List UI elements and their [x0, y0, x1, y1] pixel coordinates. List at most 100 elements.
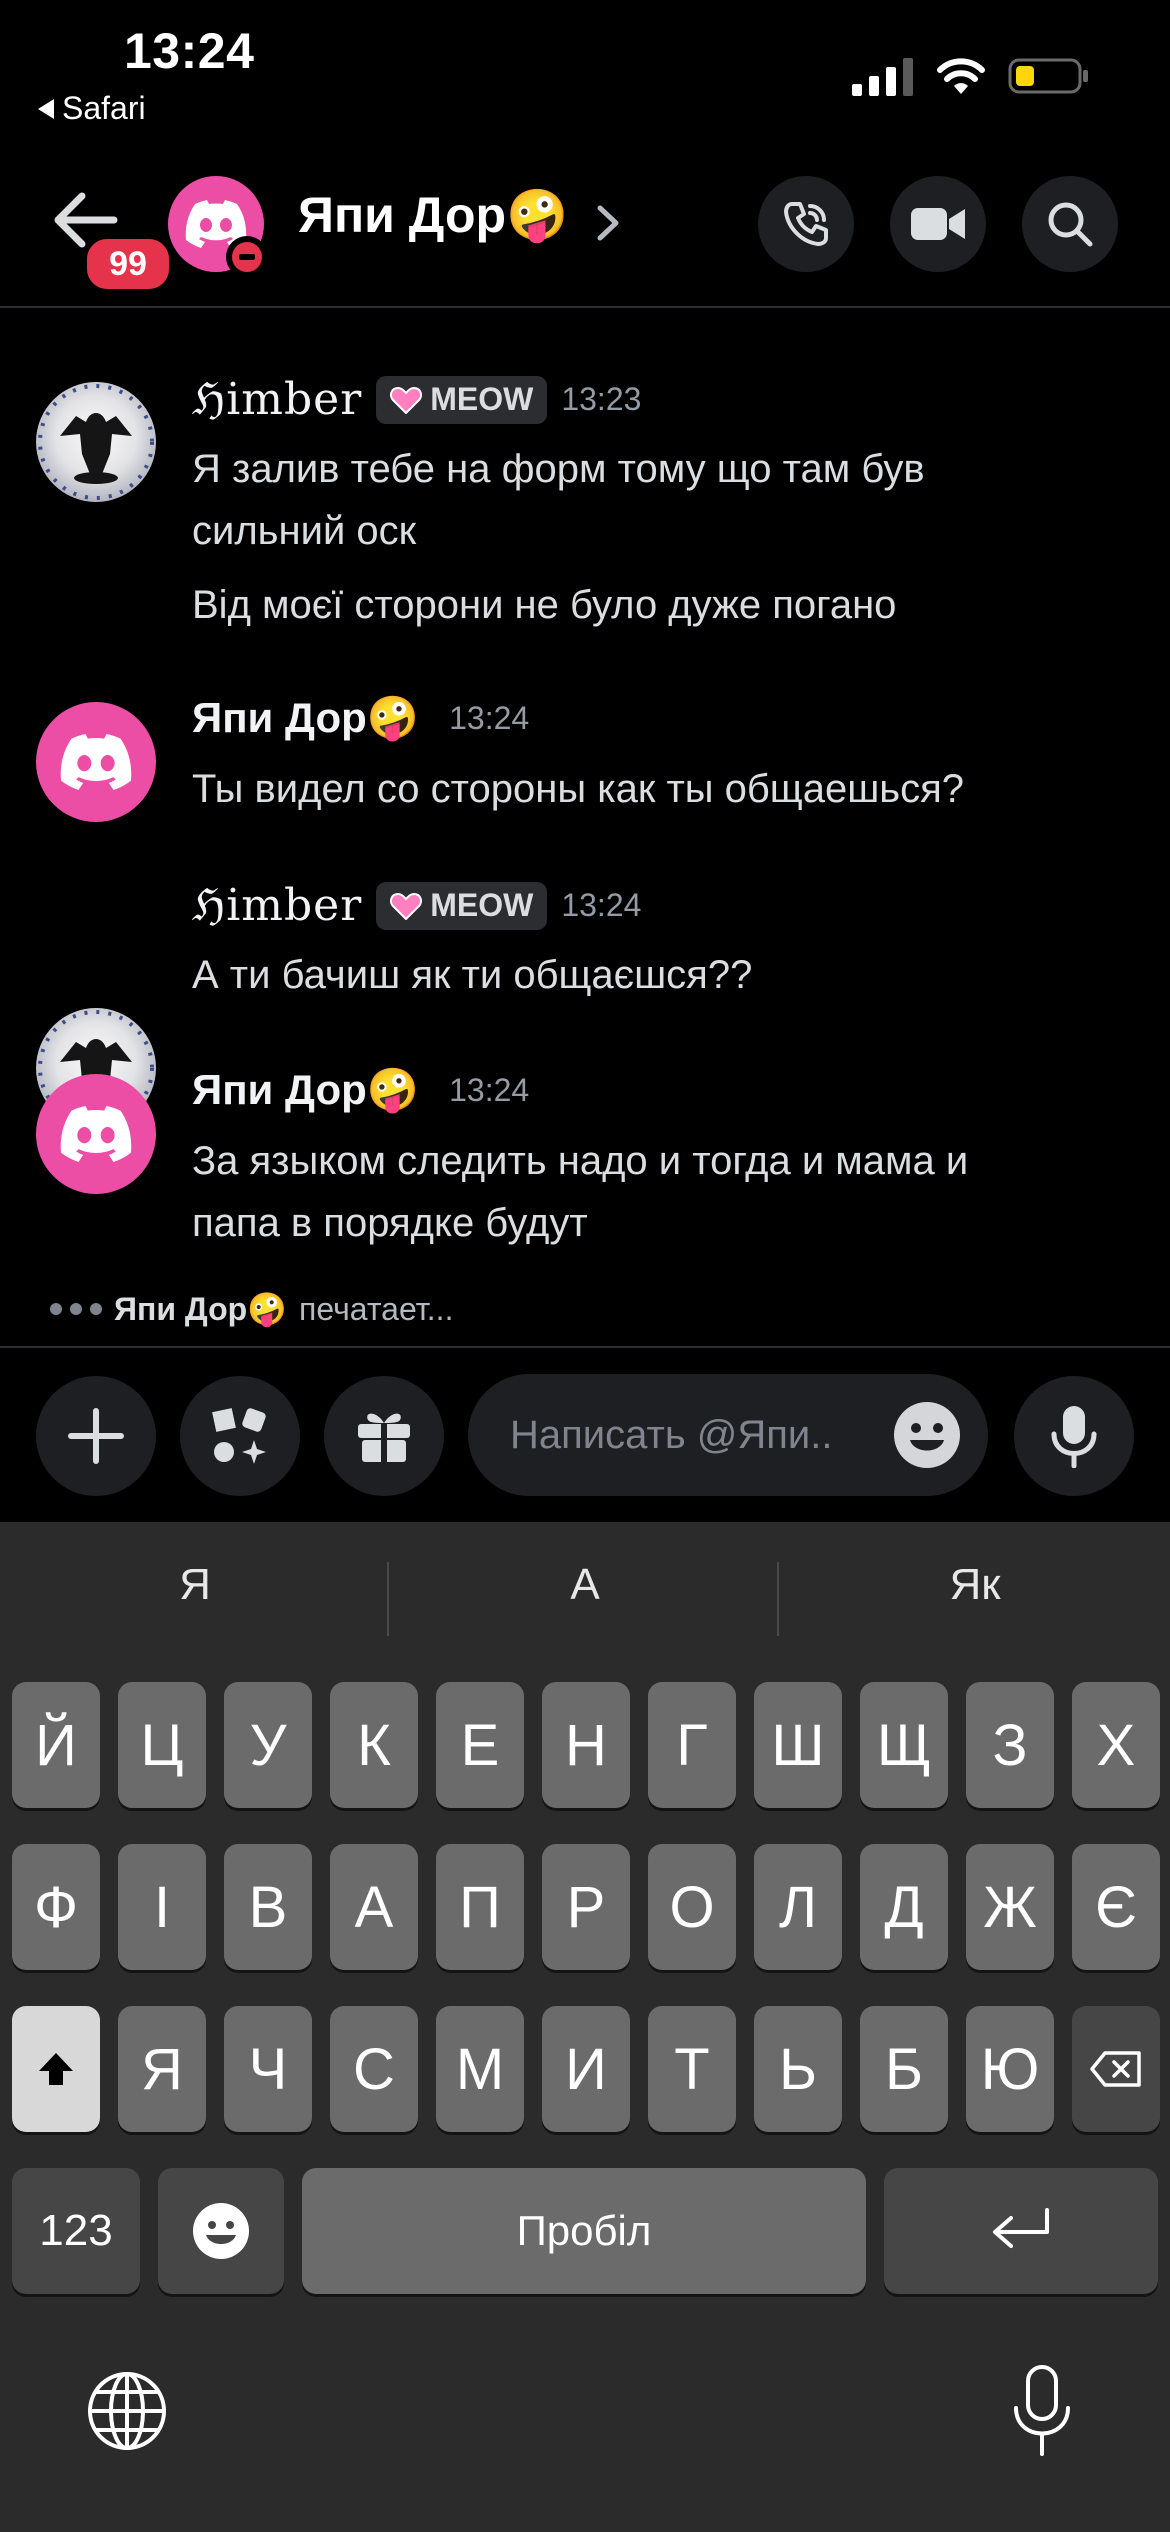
- key[interactable]: П: [436, 1844, 524, 1970]
- apps-button[interactable]: [180, 1376, 300, 1496]
- message-time: 13:24: [449, 700, 530, 736]
- typing-indicator: Япи Дор🤪 печатает...: [50, 1290, 453, 1328]
- phone-call-icon: [784, 202, 828, 246]
- key[interactable]: Х: [1072, 1682, 1160, 1808]
- key[interactable]: И: [542, 2006, 630, 2132]
- composer-divider: [0, 1346, 1170, 1348]
- key[interactable]: Ч: [224, 2006, 312, 2132]
- emoji-key[interactable]: [158, 2168, 284, 2294]
- message-author[interactable]: ℌimber: [192, 880, 362, 931]
- server-tag-label: MEOW: [430, 381, 534, 417]
- typing-user: Япи Дор🤪: [114, 1291, 288, 1327]
- message-header: Япи Дор🤪 13:24: [192, 694, 529, 743]
- key[interactable]: Г: [648, 1682, 736, 1808]
- user-avatar-himber[interactable]: [36, 382, 156, 502]
- key[interactable]: Д: [860, 1844, 948, 1970]
- numbers-key[interactable]: 123: [12, 2168, 140, 2294]
- message-header: ℌimber MEOW 13:23: [192, 374, 641, 425]
- suggestion-3[interactable]: Як: [780, 1560, 1170, 1610]
- chat-title[interactable]: Япи Дор🤪: [298, 186, 568, 245]
- message-author[interactable]: Япи Дор🤪: [192, 1066, 419, 1115]
- key[interactable]: Ф: [12, 1844, 100, 1970]
- shift-key[interactable]: [12, 2006, 100, 2132]
- voice-message-button[interactable]: [1014, 1376, 1134, 1496]
- server-tag-badge[interactable]: MEOW: [376, 375, 548, 424]
- server-tag-label: MEOW: [430, 887, 534, 923]
- suggestion-1[interactable]: Я: [0, 1560, 390, 1610]
- message-text: сильний оск: [192, 509, 417, 553]
- message-header: Япи Дор🤪 13:24: [192, 1066, 529, 1115]
- message-author[interactable]: Япи Дор🤪: [192, 694, 419, 743]
- key[interactable]: Р: [542, 1844, 630, 1970]
- key[interactable]: Ш: [754, 1682, 842, 1808]
- dictation-icon[interactable]: [1010, 2364, 1074, 2458]
- message-time: 13:24: [561, 887, 642, 923]
- key[interactable]: Л: [754, 1844, 842, 1970]
- composer-emoji-button[interactable]: [892, 1400, 962, 1470]
- video-call-button[interactable]: [890, 176, 986, 272]
- user-avatar-yapi-dor[interactable]: [36, 1074, 156, 1194]
- key[interactable]: Є: [1072, 1844, 1160, 1970]
- key[interactable]: Т: [648, 2006, 736, 2132]
- message-input-placeholder: Написать @Япи..: [510, 1412, 833, 1457]
- search-button[interactable]: [1022, 176, 1118, 272]
- space-key[interactable]: Пробіл: [302, 2168, 866, 2294]
- key[interactable]: Я: [118, 2006, 206, 2132]
- suggestion-divider: [387, 1562, 389, 1636]
- gift-icon: [358, 1413, 410, 1462]
- attach-button[interactable]: [36, 1376, 156, 1496]
- back-app-label: Safari: [62, 90, 146, 126]
- emoji-icon: [193, 2203, 249, 2259]
- server-tag-badge[interactable]: MEOW: [376, 881, 548, 930]
- message-text: папа в порядке будут: [192, 1201, 588, 1245]
- key[interactable]: З: [966, 1682, 1054, 1808]
- suggestion-divider: [777, 1562, 779, 1636]
- key[interactable]: С: [330, 2006, 418, 2132]
- user-avatar-yapi-dor[interactable]: [36, 702, 156, 822]
- key[interactable]: Б: [860, 2006, 948, 2132]
- key[interactable]: Й: [12, 1682, 100, 1808]
- key[interactable]: Н: [542, 1682, 630, 1808]
- key[interactable]: Е: [436, 1682, 524, 1808]
- discord-icon: [60, 1106, 132, 1162]
- pink-heart-icon: [390, 386, 423, 414]
- key[interactable]: М: [436, 2006, 524, 2132]
- typing-text: печатает...: [299, 1290, 454, 1327]
- gift-button[interactable]: [324, 1376, 444, 1496]
- emoji-icon: [894, 1402, 960, 1468]
- key[interactable]: І: [118, 1844, 206, 1970]
- dnd-status-icon: [226, 236, 268, 278]
- globe-icon[interactable]: [86, 2370, 168, 2452]
- return-key[interactable]: [884, 2168, 1158, 2294]
- backspace-icon: [1090, 2051, 1141, 2087]
- back-triangle-icon: [38, 98, 54, 119]
- key[interactable]: К: [330, 1682, 418, 1808]
- message-text: Я залив тебе на форм тому що там був: [192, 447, 925, 491]
- return-icon: [993, 2208, 1049, 2248]
- pink-heart-icon: [390, 892, 423, 920]
- microphone-icon: [1051, 1406, 1097, 1468]
- message-text: За языком следить надо и тогда и мама и: [192, 1139, 969, 1183]
- wifi-icon: [937, 58, 985, 94]
- backspace-key[interactable]: [1072, 2006, 1160, 2132]
- back-to-app-link[interactable]: Safari: [38, 90, 146, 127]
- key[interactable]: В: [224, 1844, 312, 1970]
- key[interactable]: Ю: [966, 2006, 1054, 2132]
- voice-call-button[interactable]: [758, 176, 854, 272]
- avatar-artwork: [38, 384, 154, 500]
- key[interactable]: О: [648, 1844, 736, 1970]
- cellular-signal-icon: [852, 58, 913, 96]
- typing-dots-icon: [50, 1303, 102, 1315]
- unread-badge: 99: [82, 234, 174, 294]
- key[interactable]: Ц: [118, 1682, 206, 1808]
- discord-icon: [60, 734, 132, 790]
- key[interactable]: Щ: [860, 1682, 948, 1808]
- suggestion-2[interactable]: А: [390, 1560, 780, 1610]
- key[interactable]: Ь: [754, 2006, 842, 2132]
- key[interactable]: А: [330, 1844, 418, 1970]
- key[interactable]: Ж: [966, 1844, 1054, 1970]
- message-author[interactable]: ℌimber: [192, 374, 362, 425]
- key[interactable]: У: [224, 1682, 312, 1808]
- chevron-right-icon[interactable]: [596, 204, 620, 242]
- battery-icon: [1008, 58, 1088, 94]
